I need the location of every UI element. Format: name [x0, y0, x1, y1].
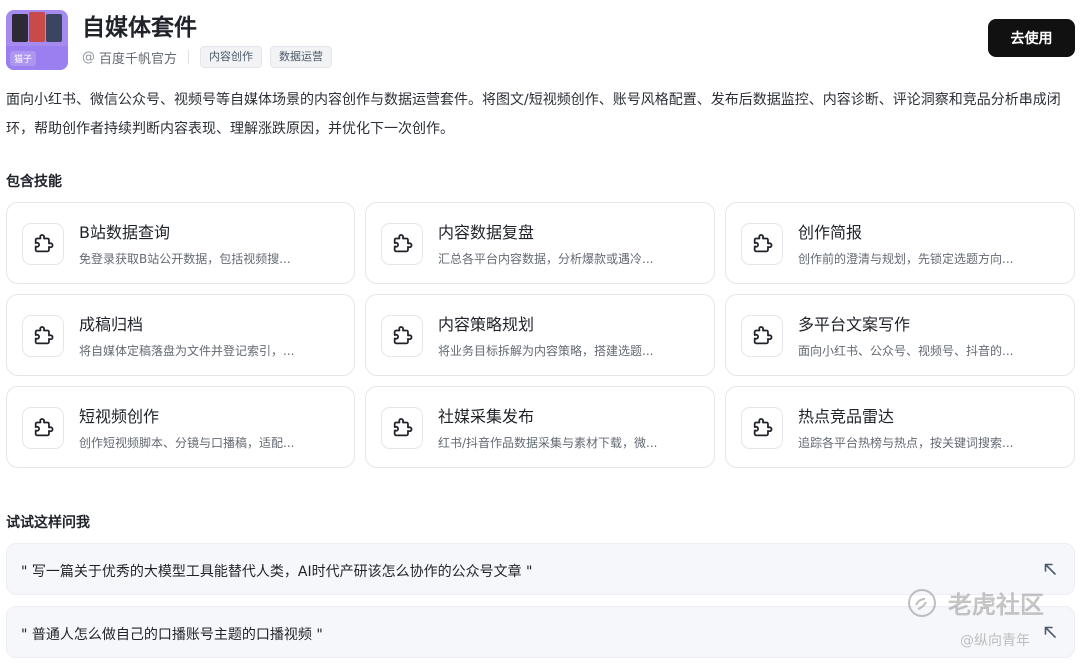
skill-name: 热点竞品雷达: [798, 407, 895, 426]
puzzle-icon: [741, 223, 783, 265]
skill-card[interactable]: 短视频创作 创作短视频脚本、分镜与口播稿，适配...: [6, 386, 355, 468]
puzzle-icon: [22, 407, 64, 449]
skill-card[interactable]: 热点竞品雷达 追踪各平台热榜与热点，按关键词搜索...: [725, 386, 1075, 468]
skill-name: 成稿归档: [79, 315, 144, 334]
puzzle-icon: [741, 407, 783, 449]
skills-section-title: 包含技能: [6, 174, 62, 190]
logo-tag: 猫子: [10, 51, 37, 66]
watermark-brand-text: 老虎社区: [948, 591, 1044, 619]
skill-name: 内容策略规划: [438, 315, 535, 334]
puzzle-icon: [381, 315, 423, 357]
suite-description: 面向小红书、微信公众号、视频号等自媒体场景的内容创作与数据运营套件。将图文/短视…: [6, 92, 1061, 137]
try-section-title: 试试这样问我: [6, 515, 90, 531]
watermark-brand: 老虎社区: [906, 585, 1044, 620]
arrow-up-left-icon: [1044, 626, 1056, 638]
skill-description: 免登录获取B站公开数据，包括视频搜...: [79, 252, 291, 266]
puzzle-icon: [381, 223, 423, 265]
skill-description: 汇总各平台内容数据，分析爆款或遇冷...: [438, 252, 654, 266]
logo-thumbnail: [12, 14, 28, 42]
skill-card[interactable]: 成稿归档 将自媒体定稿落盘为文件并登记索引，...: [6, 294, 355, 376]
at-icon: @: [82, 49, 95, 65]
skill-description: 创作短视频脚本、分镜与口播稿，适配...: [79, 436, 295, 450]
app-logo: 猫子: [6, 10, 68, 70]
skill-description: 将自媒体定稿落盘为文件并登记索引，...: [79, 344, 295, 358]
prompt-text: " 写一篇关于优秀的大模型工具能替代人类，AI时代产研该怎么协作的公众号文章 ": [21, 564, 533, 580]
author[interactable]: @ 百度千帆官方: [82, 48, 177, 67]
puzzle-icon: [381, 407, 423, 449]
puzzle-icon: [741, 315, 783, 357]
skills-grid: B站数据查询 免登录获取B站公开数据，包括视频搜... 内容数据复盘 汇总各平台…: [6, 202, 1075, 468]
skill-name: 多平台文案写作: [798, 315, 911, 334]
prompt-text: " 普通人怎么做自己的口播账号主题的口播视频 ": [21, 627, 323, 643]
skill-card[interactable]: 创作简报 创作前的澄清与规划，先锁定选题方向...: [725, 202, 1075, 284]
logo-thumbnail: [46, 14, 62, 42]
tag-data-operations[interactable]: 数据运营: [270, 46, 333, 68]
skill-description: 将业务目标拆解为内容策略，搭建选题...: [438, 344, 654, 358]
tiger-community-icon: [908, 588, 936, 617]
header: 猫子 自媒体套件 @ 百度千帆官方 内容创作 数据运营 去使用: [0, 0, 1080, 78]
meta-row: @ 百度千帆官方 内容创作 数据运营: [82, 45, 340, 69]
skill-description: 红书/抖音作品数据采集与素材下载，微...: [438, 436, 658, 450]
tag-content-creation[interactable]: 内容创作: [200, 46, 263, 68]
skill-name: 内容数据复盘: [438, 223, 535, 242]
arrow-up-left-icon: [1044, 563, 1056, 575]
use-button[interactable]: 去使用: [988, 19, 1075, 57]
divider: [188, 50, 190, 64]
skill-description: 面向小红书、公众号、视频号、抖音的...: [798, 344, 1014, 358]
skill-card[interactable]: B站数据查询 免登录获取B站公开数据，包括视频搜...: [6, 202, 355, 284]
skill-card[interactable]: 社媒采集发布 红书/抖音作品数据采集与素材下载，微...: [365, 386, 715, 468]
skill-description: 创作前的澄清与规划，先锁定选题方向...: [798, 252, 1014, 266]
watermark-handle: @纵向青年: [960, 633, 1030, 649]
puzzle-icon: [22, 315, 64, 357]
skill-name: 创作简报: [798, 223, 863, 242]
page-title: 自媒体套件: [82, 15, 197, 41]
skill-card[interactable]: 内容策略规划 将业务目标拆解为内容策略，搭建选题...: [365, 294, 715, 376]
skill-card[interactable]: 多平台文案写作 面向小红书、公众号、视频号、抖音的...: [725, 294, 1075, 376]
author-name: 百度千帆官方: [99, 51, 178, 67]
puzzle-icon: [22, 223, 64, 265]
skill-card[interactable]: 内容数据复盘 汇总各平台内容数据，分析爆款或遇冷...: [365, 202, 715, 284]
skill-name: 社媒采集发布: [438, 407, 535, 426]
skill-description: 追踪各平台热榜与热点，按关键词搜索...: [798, 436, 1014, 450]
skill-name: B站数据查询: [79, 223, 170, 242]
skill-name: 短视频创作: [79, 407, 160, 426]
logo-thumbnail: [29, 12, 45, 42]
